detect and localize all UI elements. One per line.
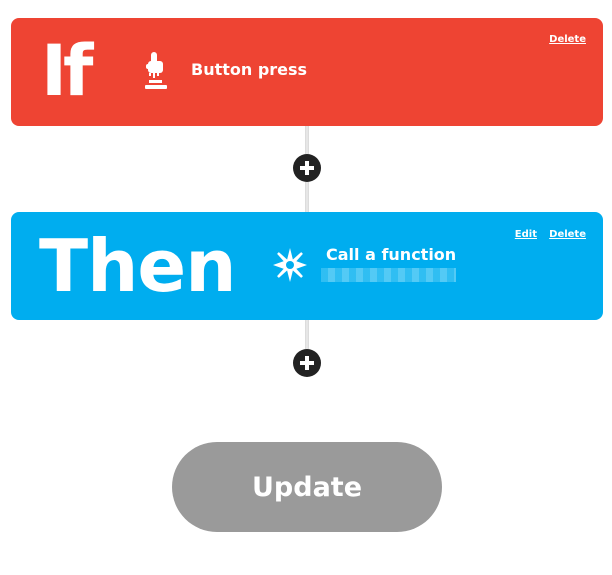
- then-keyword: Then: [39, 224, 236, 308]
- add-step-button[interactable]: [293, 154, 321, 182]
- connector-line-bottom: [305, 320, 309, 350]
- button-press-icon: [145, 52, 167, 89]
- action-edit-link[interactable]: Edit: [515, 229, 537, 240]
- redacted-detail: [321, 268, 456, 282]
- trigger-label: Button press: [191, 60, 308, 79]
- action-card[interactable]: Then Call a function Edit Delete: [11, 212, 603, 320]
- trigger-delete-link[interactable]: Delete: [549, 34, 586, 45]
- add-step-button[interactable]: [293, 349, 321, 377]
- action-delete-link[interactable]: Delete: [549, 229, 586, 240]
- spark-icon: [273, 248, 307, 282]
- plus-icon: [300, 356, 314, 370]
- if-keyword: If: [41, 30, 93, 112]
- trigger-card[interactable]: If Button press Delete: [11, 18, 603, 126]
- action-label: Call a function: [326, 245, 457, 264]
- plus-icon: [300, 161, 314, 175]
- update-button[interactable]: Update: [172, 442, 442, 532]
